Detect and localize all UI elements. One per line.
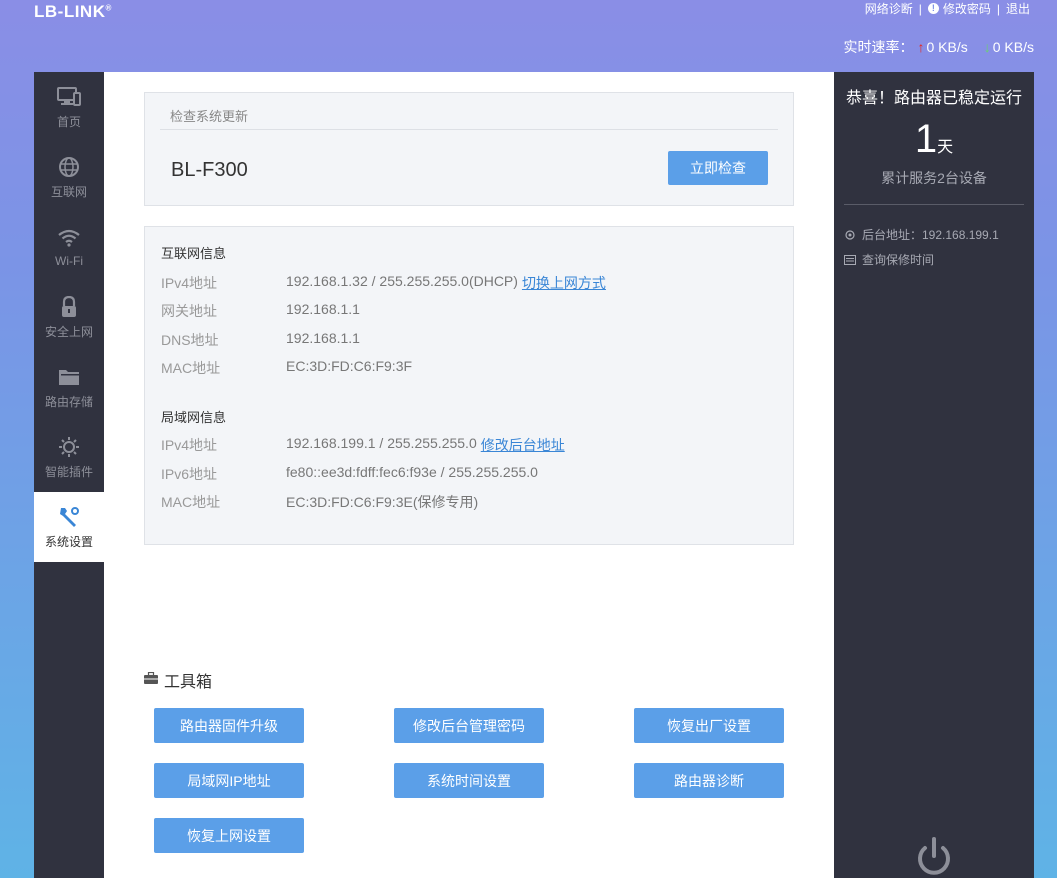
speed-label: 实时速率：: [843, 39, 914, 55]
sidebar-item-storage[interactable]: 路由存储: [34, 352, 104, 422]
admin-address: 后台地址：192.168.199.1: [862, 228, 999, 242]
sidebar-item-home[interactable]: 首页: [34, 72, 104, 142]
divider: [160, 129, 778, 130]
field-value: EC:3D:FD:C6:F9:3E(保修专用): [286, 494, 479, 510]
field-value: 192.168.199.1 / 255.255.255.0: [286, 435, 477, 451]
change-password-link[interactable]: 修改密码: [943, 0, 991, 17]
lan-ipv6-row: IPv6地址 fe80::ee3d:fdff:fec6:f93e / 255.2…: [161, 464, 538, 484]
check-update-button[interactable]: 立即检查: [668, 151, 768, 185]
lan-info-title: 局域网信息: [161, 410, 227, 425]
down-arrow-icon: ↓: [983, 39, 991, 55]
gateway-row: 网关地址 192.168.1.1: [161, 301, 360, 321]
plugin-icon: [58, 435, 80, 459]
calendar-icon: [844, 254, 856, 265]
wrench-icon: [58, 505, 80, 529]
lan-ip-button[interactable]: 局域网IP地址: [154, 763, 304, 798]
lan-mac-row: MAC地址 EC:3D:FD:C6:F9:3E(保修专用): [161, 492, 478, 512]
field-label: IPv4地址: [161, 275, 218, 291]
globe-icon: [58, 155, 80, 179]
divider: |: [996, 1, 1000, 16]
sidebar-item-label: 安全上网: [44, 324, 93, 339]
network-info-panel: 互联网信息 IPv4地址 192.168.1.32 / 255.255.255.…: [144, 226, 794, 545]
power-icon[interactable]: [916, 836, 952, 878]
field-value: 192.168.1.1: [286, 301, 360, 317]
field-label: IPv4地址: [161, 437, 218, 453]
lock-icon: [61, 295, 77, 319]
sidebar-item-security[interactable]: 安全上网: [34, 282, 104, 352]
sidebar-item-label: 首页: [56, 114, 81, 129]
warranty-link[interactable]: 查询保修时间: [862, 251, 934, 268]
sidebar-item-settings[interactable]: 系统设置: [34, 492, 104, 562]
toolbox-title-text: 工具箱: [164, 674, 213, 691]
sidebar-item-label: 智能插件: [44, 464, 93, 479]
dns-row: DNS地址 192.168.1.1: [161, 330, 360, 350]
field-value: 192.168.1.32 / 255.255.255.0(DHCP): [286, 273, 518, 289]
logo: LB-LINK®: [34, 2, 112, 21]
upload-speed: 0 KB/s: [926, 39, 968, 55]
logout-link[interactable]: 退出: [1006, 0, 1030, 17]
wifi-icon: [58, 226, 80, 250]
sidebar: 首页 互联网 Wi-Fi 安全上网 路由存储 智能插件 系统设置: [34, 72, 104, 878]
change-admin-address-link[interactable]: 修改后台地址: [481, 435, 565, 455]
factory-reset-button[interactable]: 恢复出厂设置: [634, 708, 784, 743]
download-speed: 0 KB/s: [992, 39, 1034, 55]
restore-internet-settings-button[interactable]: 恢复上网设置: [154, 818, 304, 853]
update-title: 检查系统更新: [170, 109, 249, 124]
change-admin-password-button[interactable]: 修改后台管理密码: [394, 708, 544, 743]
switch-connection-link[interactable]: 切换上网方式: [522, 273, 606, 293]
alert-icon: !: [927, 3, 939, 14]
sidebar-item-internet[interactable]: 互联网: [34, 142, 104, 212]
sidebar-item-label: 路由存储: [44, 394, 93, 409]
field-label: MAC地址: [161, 494, 221, 510]
toolbox-icon: [144, 671, 158, 689]
field-value: EC:3D:FD:C6:F9:3F: [286, 358, 413, 374]
field-value: 192.168.1.1: [286, 330, 360, 346]
field-label: DNS地址: [161, 332, 219, 348]
field-label: MAC地址: [161, 360, 221, 376]
speed-readout: 实时速率： ↑ 0 KB/s ↓ 0 KB/s: [844, 37, 1035, 57]
uptime-days-value: 1: [914, 117, 938, 161]
up-arrow-icon: ↑: [917, 39, 925, 55]
lan-ipv4-row: IPv4地址 192.168.199.1 / 255.255.255.0 修改后…: [161, 435, 565, 455]
uptime-message: 恭喜！路由器已稳定运行: [845, 90, 1022, 107]
field-label: IPv6地址: [161, 466, 218, 482]
internet-ipv4-row: IPv4地址 192.168.1.32 / 255.255.255.0(DHCP…: [161, 273, 606, 293]
field-label: 网关地址: [161, 303, 217, 319]
uptime-days: 1天: [834, 117, 1034, 162]
uptime-days-unit: 天: [937, 139, 954, 156]
top-links: 网络诊断 | ! 修改密码 | 退出: [865, 0, 1030, 17]
system-time-button[interactable]: 系统时间设置: [394, 763, 544, 798]
internet-info-title: 互联网信息: [161, 246, 227, 261]
served-devices: 累计服务2台设备: [881, 170, 987, 186]
sidebar-item-label: Wi-Fi: [55, 254, 83, 268]
sidebar-item-plugins[interactable]: 智能插件: [34, 422, 104, 492]
sidebar-item-label: 系统设置: [44, 534, 93, 549]
warranty-row[interactable]: 查询保修时间: [844, 251, 934, 268]
field-value: fe80::ee3d:fdff:fec6:f93e / 255.255.255.…: [286, 464, 538, 480]
divider: [844, 204, 1024, 205]
network-diagnosis-link[interactable]: 网络诊断: [865, 0, 913, 17]
admin-address-row: 后台地址：192.168.199.1: [844, 226, 999, 243]
gear-icon: [844, 229, 856, 241]
device-model: BL-F300: [171, 159, 248, 181]
main-content: 检查系统更新 BL-F300 立即检查 互联网信息 IPv4地址 192.168…: [104, 72, 834, 878]
sidebar-item-label: 互联网: [50, 184, 87, 199]
firmware-upgrade-button[interactable]: 路由器固件升级: [154, 708, 304, 743]
toolbox-title: 工具箱: [144, 668, 212, 692]
sidebar-item-wifi[interactable]: Wi-Fi: [34, 212, 104, 282]
router-diagnosis-button[interactable]: 路由器诊断: [634, 763, 784, 798]
system-update-panel: 检查系统更新 BL-F300 立即检查: [144, 92, 794, 206]
folder-icon: [58, 365, 80, 389]
status-panel: 恭喜！路由器已稳定运行 1天 累计服务2台设备 后台地址：192.168.199…: [834, 72, 1034, 878]
divider: |: [918, 1, 922, 16]
internet-mac-row: MAC地址 EC:3D:FD:C6:F9:3F: [161, 358, 412, 378]
monitor-icon: [57, 85, 81, 109]
